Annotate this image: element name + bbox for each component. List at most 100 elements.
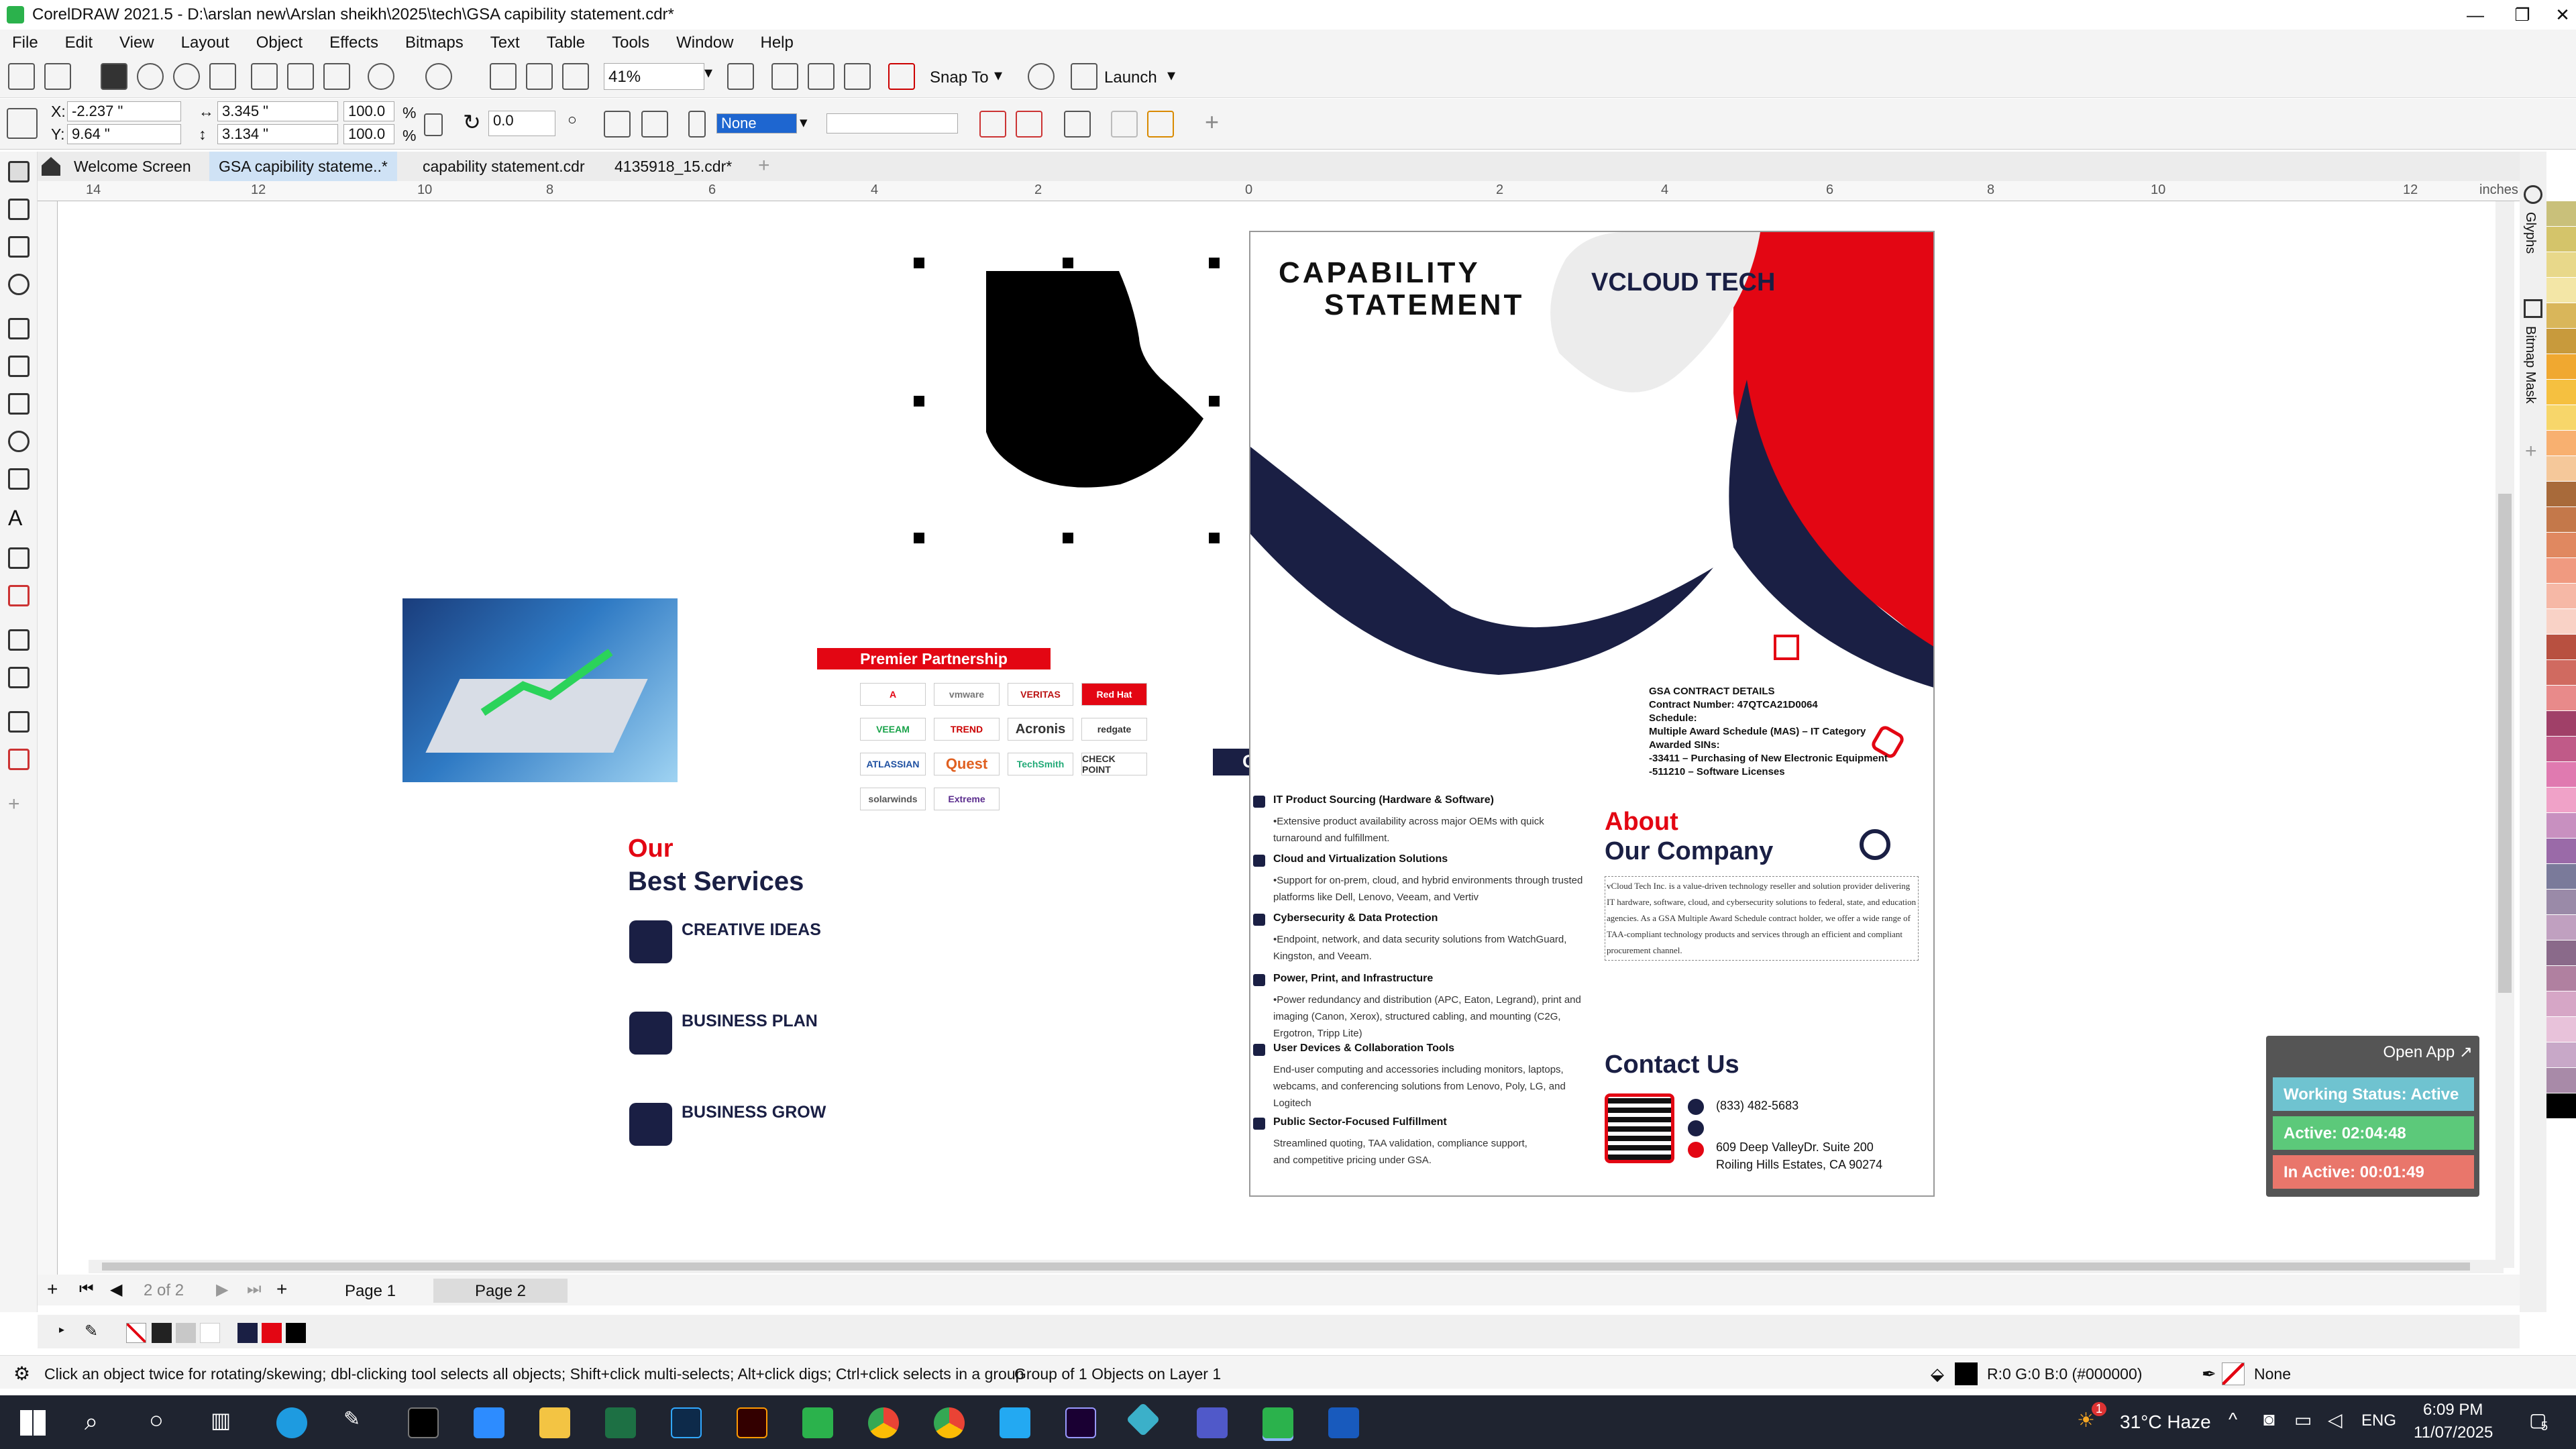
scale-y-field[interactable]: 100.0 bbox=[343, 124, 394, 144]
palette-swatch[interactable] bbox=[2546, 380, 2576, 405]
menu-tools[interactable]: Tools bbox=[612, 34, 649, 52]
copy-icon[interactable] bbox=[287, 63, 314, 90]
prev-page-icon[interactable]: ◀ bbox=[110, 1280, 122, 1299]
menu-table[interactable]: Table bbox=[547, 34, 585, 52]
palette-swatch[interactable] bbox=[2546, 405, 2576, 431]
settings-gear-icon[interactable] bbox=[1028, 63, 1055, 90]
zoom-app-icon[interactable] bbox=[474, 1407, 504, 1438]
palette-swatch[interactable] bbox=[2546, 1068, 2576, 1093]
outline-width-field[interactable]: None bbox=[716, 113, 797, 133]
selection-handle[interactable] bbox=[914, 396, 924, 407]
fill-color-swatch[interactable] bbox=[1955, 1362, 1978, 1385]
grid-icon[interactable] bbox=[808, 63, 835, 90]
add-tool-icon[interactable]: + bbox=[8, 793, 30, 815]
palette-swatch[interactable] bbox=[2546, 711, 2576, 737]
palette-swatch[interactable] bbox=[2546, 915, 2576, 941]
palette-swatch[interactable] bbox=[2546, 278, 2576, 303]
palette-swatch[interactable] bbox=[2546, 788, 2576, 813]
edge-browser-icon[interactable] bbox=[276, 1407, 307, 1438]
connector-tool-icon[interactable] bbox=[8, 585, 30, 606]
show-hidden-icons-icon[interactable]: ^ bbox=[2229, 1409, 2237, 1430]
palette-swatch[interactable] bbox=[2546, 609, 2576, 635]
selection-handle[interactable] bbox=[1209, 396, 1220, 407]
palette-swatch[interactable] bbox=[2546, 431, 2576, 456]
open-app-button[interactable]: Open App ↗ bbox=[2383, 1042, 2473, 1062]
menu-window[interactable]: Window bbox=[676, 34, 733, 52]
chrome-icon[interactable] bbox=[868, 1407, 899, 1438]
palette-swatch[interactable] bbox=[2546, 635, 2576, 660]
cloud-download-icon[interactable] bbox=[173, 63, 200, 90]
polygon-tool-icon[interactable] bbox=[8, 468, 30, 490]
terminal-icon[interactable] bbox=[408, 1407, 439, 1438]
pdf-icon[interactable] bbox=[562, 63, 589, 90]
line-style-field[interactable] bbox=[826, 113, 958, 133]
mirror-horizontal-icon[interactable] bbox=[604, 111, 631, 138]
language-indicator[interactable]: ENG bbox=[2361, 1411, 2396, 1430]
palette-swatch[interactable] bbox=[2546, 507, 2576, 533]
search-icon[interactable]: ⌕ bbox=[85, 1407, 98, 1436]
camera-icon[interactable]: ◙ bbox=[2263, 1409, 2275, 1430]
zoom-level-field[interactable]: 41% bbox=[604, 63, 704, 90]
menu-edit[interactable]: Edit bbox=[65, 34, 93, 52]
launch-icon[interactable] bbox=[1071, 63, 1097, 90]
doc-swatch[interactable] bbox=[200, 1323, 220, 1343]
scale-x-field[interactable]: 100.0 bbox=[343, 101, 394, 121]
add-page-icon[interactable]: + bbox=[47, 1279, 58, 1300]
palette-swatch[interactable] bbox=[2546, 252, 2576, 278]
palette-swatch[interactable] bbox=[2546, 966, 2576, 991]
palette-swatch[interactable] bbox=[2546, 737, 2576, 762]
mirror-vertical-icon[interactable] bbox=[641, 111, 668, 138]
paste-icon[interactable] bbox=[323, 63, 350, 90]
palette-swatch[interactable] bbox=[2546, 762, 2576, 788]
tab-gsa-capability[interactable]: GSA capibility stateme..* bbox=[209, 152, 397, 181]
ellipse-tool-icon[interactable] bbox=[8, 431, 30, 452]
teams-icon[interactable] bbox=[1197, 1407, 1228, 1438]
doc-swatch[interactable] bbox=[237, 1323, 258, 1343]
height-field[interactable]: 3.134 " bbox=[217, 124, 338, 144]
weather-text[interactable]: 31°C Haze bbox=[2120, 1411, 2211, 1433]
glyphs-icon[interactable] bbox=[2524, 185, 2542, 204]
docker-tab-glyphs[interactable]: Glyphs bbox=[2522, 212, 2538, 254]
curve-tool-icon[interactable] bbox=[8, 356, 30, 377]
outline-color-swatch[interactable] bbox=[2222, 1362, 2245, 1385]
clock-time[interactable]: 6:09 PM bbox=[2423, 1401, 2483, 1419]
horizontal-scroll-thumb[interactable] bbox=[102, 1263, 2470, 1271]
eyedropper-tool-icon[interactable] bbox=[8, 711, 30, 733]
export-icon[interactable] bbox=[526, 63, 553, 90]
palette-swatch[interactable] bbox=[2546, 991, 2576, 1017]
interactive-fill-tool-icon[interactable] bbox=[8, 749, 30, 770]
full-screen-icon[interactable] bbox=[727, 63, 754, 90]
shape-tool-icon[interactable] bbox=[8, 199, 30, 220]
menu-help[interactable]: Help bbox=[760, 34, 793, 52]
freehand-tool-icon[interactable] bbox=[8, 318, 30, 339]
palette-swatch[interactable] bbox=[2546, 941, 2576, 966]
selection-handle[interactable] bbox=[914, 533, 924, 543]
palette-swatch[interactable] bbox=[2546, 813, 2576, 839]
app-icon[interactable] bbox=[1126, 1402, 1161, 1437]
palette-expand-icon[interactable]: ▸ bbox=[59, 1323, 64, 1336]
redo-icon[interactable] bbox=[425, 63, 452, 90]
illustrator-icon[interactable] bbox=[737, 1407, 767, 1438]
guidelines-icon[interactable] bbox=[844, 63, 871, 90]
cloud-upload-icon[interactable] bbox=[137, 63, 164, 90]
first-page-icon[interactable]: ⏮ bbox=[79, 1280, 94, 1299]
network-icon[interactable]: ▭ bbox=[2294, 1409, 2312, 1431]
palette-swatch[interactable] bbox=[2546, 839, 2576, 864]
add-icon[interactable]: + bbox=[1205, 108, 1219, 136]
word-icon[interactable] bbox=[1328, 1407, 1359, 1438]
snap-to-dropdown[interactable]: Snap To bbox=[930, 68, 989, 87]
layers-icon[interactable] bbox=[1147, 111, 1174, 138]
undo-icon[interactable] bbox=[368, 63, 394, 90]
premiere-icon[interactable] bbox=[1065, 1407, 1096, 1438]
zoom-dropdown-icon[interactable]: ▾ bbox=[704, 63, 719, 90]
selection-handle[interactable] bbox=[914, 258, 924, 268]
rectangle-tool-icon[interactable] bbox=[8, 393, 30, 415]
palette-swatch[interactable] bbox=[2546, 1042, 2576, 1068]
rotation-field[interactable]: 0.0 bbox=[488, 111, 555, 136]
rulers-icon[interactable] bbox=[771, 63, 798, 90]
home-icon[interactable] bbox=[42, 157, 60, 176]
page-tab-1[interactable]: Page 1 bbox=[303, 1279, 437, 1303]
open-folder-icon[interactable] bbox=[44, 63, 71, 90]
drop-shadow-tool-icon[interactable] bbox=[8, 629, 30, 651]
start-button-icon[interactable] bbox=[20, 1410, 46, 1436]
